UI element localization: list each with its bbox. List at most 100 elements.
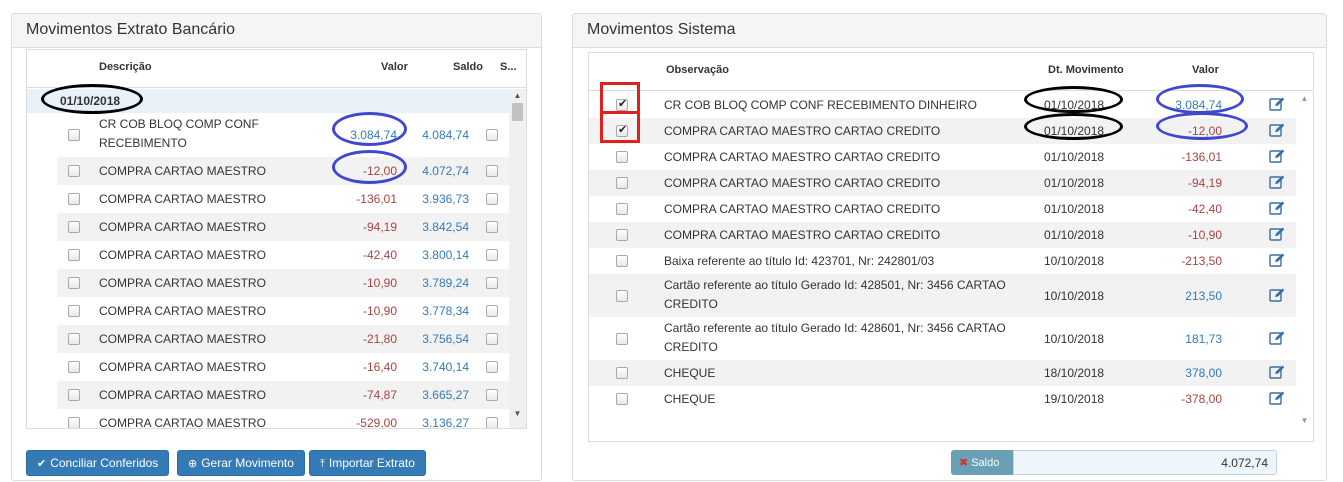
row-select-checkbox[interactable] — [68, 129, 80, 141]
row-select-checkbox[interactable] — [68, 333, 80, 345]
row-descricao: COMPRA CARTAO MAESTRO — [99, 248, 266, 262]
row-select-checkbox[interactable] — [616, 151, 628, 163]
row-select-checkbox[interactable] — [68, 277, 80, 289]
row-status-checkbox[interactable] — [486, 129, 498, 141]
row-select-checkbox[interactable] — [616, 290, 628, 302]
row-select-checkbox[interactable] — [68, 361, 80, 373]
col-s[interactable]: S... — [500, 61, 517, 73]
row-valor: 181,73 — [1185, 332, 1222, 346]
col-descricao[interactable]: Descrição — [99, 61, 152, 73]
row-select-checkbox[interactable] — [68, 305, 80, 317]
conciliar-conferidos-button[interactable]: ✔ Conciliar Conferidos — [26, 450, 170, 476]
row-select-checkbox[interactable] — [616, 255, 628, 267]
saldo-badge: ✖ Saldo — [951, 450, 1013, 475]
annotation-oval-sist-valor-2 — [1156, 112, 1248, 140]
scroll-up-icon[interactable]: ▲ — [1296, 92, 1313, 106]
row-observacao: COMPRA CARTAO MAESTRO CARTAO CREDITO — [664, 228, 941, 242]
row-descricao: CR COB BLOQ COMP CONF — [99, 117, 259, 131]
table-row[interactable]: COMPRA CARTAO MAESTRO -10,90 3.778,34 — [57, 297, 511, 325]
annotation-oval-group-date — [41, 84, 143, 114]
sistema-scrollbar[interactable]: ▲ ▼ — [1296, 92, 1313, 441]
table-row[interactable]: COMPRA CARTAO MAESTRO -42,40 3.800,14 — [57, 241, 511, 269]
row-status-checkbox[interactable] — [486, 305, 498, 317]
row-status-checkbox[interactable] — [486, 417, 498, 428]
row-valor: -74,87 — [362, 388, 397, 402]
table-row[interactable]: Baixa referente ao título Id: 423701, Nr… — [589, 248, 1298, 274]
row-status-checkbox[interactable] — [486, 165, 498, 177]
table-row[interactable]: COMPRA CARTAO MAESTRO CARTAO CREDITO 01/1… — [589, 170, 1298, 196]
table-row[interactable]: COMPRA CARTAO MAESTRO -10,90 3.789,24 — [57, 269, 511, 297]
edit-icon[interactable] — [1269, 175, 1285, 189]
row-select-checkbox[interactable] — [68, 193, 80, 205]
row-status-checkbox[interactable] — [486, 221, 498, 233]
row-select-checkbox[interactable] — [616, 393, 628, 405]
row-observacao: Baixa referente ao título Id: 423701, Nr… — [664, 254, 935, 268]
row-select-checkbox[interactable] — [616, 333, 628, 345]
edit-icon[interactable] — [1269, 253, 1285, 267]
row-select-checkbox[interactable] — [68, 389, 80, 401]
table-row[interactable]: COMPRA CARTAO MAESTRO CARTAO CREDITO 01/1… — [589, 196, 1298, 222]
col-dt-movimento[interactable]: Dt. Movimento — [1048, 64, 1124, 76]
row-status-checkbox[interactable] — [486, 333, 498, 345]
table-row[interactable]: COMPRA CARTAO MAESTRO -94,19 3.842,54 — [57, 213, 511, 241]
edit-icon[interactable] — [1269, 331, 1285, 345]
scroll-up-icon[interactable]: ▲ — [509, 89, 526, 103]
gerar-movimento-button[interactable]: ⊕ Gerar Movimento — [177, 450, 305, 476]
table-row[interactable]: COMPRA CARTAO MAESTRO CARTAO CREDITO 01/1… — [589, 222, 1298, 248]
importar-label: Importar Extrato — [328, 456, 415, 470]
col-valor[interactable]: Valor — [381, 61, 408, 73]
row-saldo: 3.136,27 — [422, 416, 469, 429]
table-row[interactable]: CR COB BLOQ COMP CONF RECEBIMENTO 3.084,74… — [57, 113, 511, 157]
row-observacao: COMPRA CARTAO MAESTRO CARTAO CREDITO — [664, 176, 941, 190]
row-select-checkbox[interactable] — [616, 367, 628, 379]
col-observacao[interactable]: Observação — [666, 64, 729, 76]
table-row[interactable]: COMPRA CARTAO MAESTRO -12,00 4.072,74 — [57, 157, 511, 185]
row-descricao: COMPRA CARTAO MAESTRO — [99, 388, 266, 402]
row-descricao-line2: RECEBIMENTO — [99, 136, 187, 150]
edit-icon[interactable] — [1269, 391, 1285, 405]
table-row[interactable]: COMPRA CARTAO MAESTRO -136,01 3.936,73 — [57, 185, 511, 213]
table-row[interactable]: COMPRA CARTAO MAESTRO -21,80 3.756,54 — [57, 325, 511, 353]
edit-icon[interactable] — [1269, 201, 1285, 215]
row-select-checkbox[interactable] — [68, 165, 80, 177]
table-row[interactable]: COMPRA CARTAO MAESTRO -16,40 3.740,14 — [57, 353, 511, 381]
row-select-checkbox[interactable] — [68, 249, 80, 261]
table-row[interactable]: Cartão referente ao título Gerado Id: 42… — [589, 274, 1298, 317]
edit-icon[interactable] — [1269, 288, 1285, 302]
col-valor[interactable]: Valor — [1192, 64, 1219, 76]
table-row[interactable]: COMPRA CARTAO MAESTRO CARTAO CREDITO 01/1… — [589, 144, 1298, 170]
row-descricao: COMPRA CARTAO MAESTRO — [99, 332, 266, 346]
edit-icon[interactable] — [1269, 227, 1285, 241]
col-saldo[interactable]: Saldo — [453, 61, 483, 73]
row-descricao: COMPRA CARTAO MAESTRO — [99, 192, 266, 206]
row-status-checkbox[interactable] — [486, 361, 498, 373]
edit-icon[interactable] — [1269, 123, 1285, 137]
row-saldo: 3.789,24 — [422, 276, 469, 290]
extrato-scrollbar[interactable]: ▲ ▼ — [509, 89, 526, 428]
row-select-checkbox[interactable] — [616, 229, 628, 241]
importar-extrato-button[interactable]: ⤒ Importar Extrato — [309, 450, 426, 476]
row-select-checkbox[interactable] — [68, 221, 80, 233]
row-status-checkbox[interactable] — [486, 389, 498, 401]
scroll-thumb[interactable] — [512, 103, 523, 121]
scroll-down-icon[interactable]: ▼ — [1296, 414, 1313, 428]
row-select-checkbox[interactable] — [616, 177, 628, 189]
row-descricao: COMPRA CARTAO MAESTRO — [99, 416, 266, 429]
row-select-checkbox[interactable] — [68, 417, 80, 428]
row-status-checkbox[interactable] — [486, 277, 498, 289]
row-status-checkbox[interactable] — [486, 193, 498, 205]
table-row[interactable]: CHEQUE 18/10/2018 378,00 — [589, 360, 1298, 386]
edit-icon[interactable] — [1269, 149, 1285, 163]
table-row[interactable]: COMPRA CARTAO MAESTRO -74,87 3.665,27 — [57, 381, 511, 409]
table-row[interactable]: Cartão referente ao título Gerado Id: 42… — [589, 317, 1298, 360]
row-observacao: CHEQUE — [664, 366, 716, 380]
edit-icon[interactable] — [1269, 97, 1285, 111]
annotation-oval-date-2 — [1024, 113, 1123, 140]
edit-icon[interactable] — [1269, 365, 1285, 379]
row-status-checkbox[interactable] — [486, 249, 498, 261]
row-dt-movimento: 10/10/2018 — [1044, 254, 1105, 268]
scroll-down-icon[interactable]: ▼ — [509, 407, 526, 421]
table-row[interactable]: COMPRA CARTAO MAESTRO -529,00 3.136,27 — [57, 409, 511, 429]
row-select-checkbox[interactable] — [616, 203, 628, 215]
table-row[interactable]: CHEQUE 19/10/2018 -378,00 — [589, 386, 1298, 412]
